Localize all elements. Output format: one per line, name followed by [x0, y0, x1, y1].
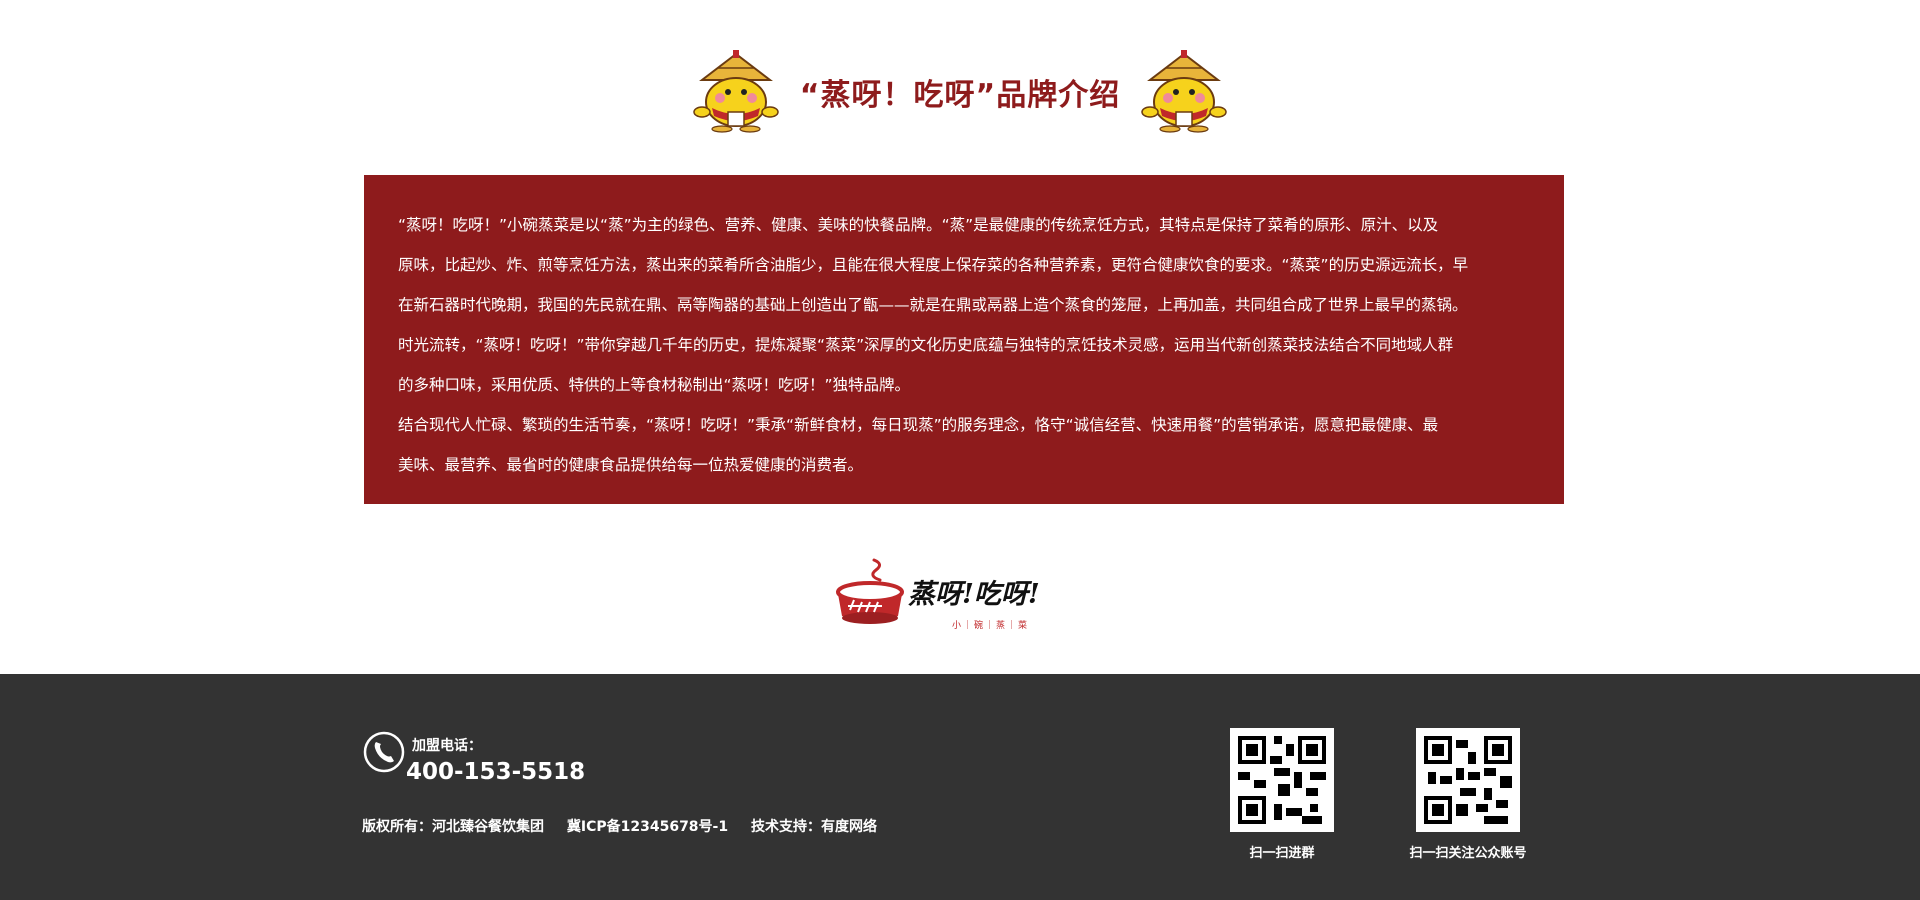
icp-link[interactable]: 冀ICP备12345678号-1: [567, 819, 728, 835]
intro-paragraph-line: “蒸呀！吃呀！”小碗蒸菜是以“蒸”为主的绿色、营养、健康、美味的快餐品牌。“蒸”…: [398, 216, 1439, 234]
copyright-line: 版权所有：河北臻谷餐饮集团 冀ICP备12345678号-1 技术支持：有度网络: [362, 816, 895, 836]
hotline-number[interactable]: 400-153-5518: [406, 759, 585, 785]
qr-caption: 扫一扫进群: [1249, 846, 1315, 861]
qr-group-block: 扫一扫进群: [1207, 728, 1357, 861]
logo-tagline: 小｜碗｜蒸｜菜: [952, 621, 1030, 631]
footer: 加盟电话： 400-153-5518 版权所有：河北臻谷餐饮集团 冀ICP备12…: [0, 674, 1920, 900]
steamed-bun-mascot-icon: [1141, 50, 1227, 133]
phone-icon: [363, 731, 405, 773]
intro-paragraph-line: 的多种口味，采用优质、特供的上等食材秘制出“蒸呀！吃呀！”独特品牌。: [398, 376, 911, 394]
steamed-bun-mascot-icon: [693, 50, 779, 133]
qr-caption: 扫一扫关注公众账号: [1409, 846, 1527, 861]
qr-code-official-account: [1416, 728, 1520, 832]
intro-paragraph-line: 原味，比起炒、炸、煎等烹饪方法，蒸出来的菜肴所含油脂少，且能在很大程度上保存菜的…: [398, 256, 1469, 274]
intro-paragraph-line: 美味、最营养、最省时的健康食品提供给每一位热爱健康的消费者。: [398, 456, 864, 474]
intro-paragraph-line: 时光流转，“蒸呀！吃呀！”带你穿越几千年的历史，提炼凝聚“蒸菜”深厚的文化历史底…: [398, 336, 1454, 354]
intro-paragraph-line: 结合现代人忙碌、繁琐的生活节奏，“蒸呀！吃呀！”秉承“新鲜食材，每日现蒸”的服务…: [398, 416, 1439, 434]
logo-name: 蒸呀!吃呀!: [908, 579, 1040, 610]
brand-intro-panel: “蒸呀！吃呀！”小碗蒸菜是以“蒸”为主的绿色、营养、健康、美味的快餐品牌。“蒸”…: [364, 175, 1564, 504]
copyright-text: 版权所有：河北臻谷餐饮集团: [362, 819, 544, 835]
qr-official-account-block: 扫一扫关注公众账号: [1393, 728, 1543, 861]
page-title: “蒸呀！吃呀”品牌介绍: [799, 78, 1121, 113]
qr-code-group: [1230, 728, 1334, 832]
tech-support-text: 技术支持：有度网络: [750, 819, 877, 835]
brand-logo[interactable]: 蒸呀!吃呀! 小｜碗｜蒸｜菜: [830, 556, 1070, 632]
section-header: “蒸呀！吃呀”品牌介绍: [0, 50, 1920, 134]
intro-paragraph-line: 在新石器时代晚期，我国的先民就在鼎、鬲等陶器的基础上创造出了甑——就是在鼎或鬲器…: [398, 296, 1468, 314]
steamer-bowl-icon: [836, 558, 904, 624]
hotline-label: 加盟电话：: [412, 738, 482, 754]
